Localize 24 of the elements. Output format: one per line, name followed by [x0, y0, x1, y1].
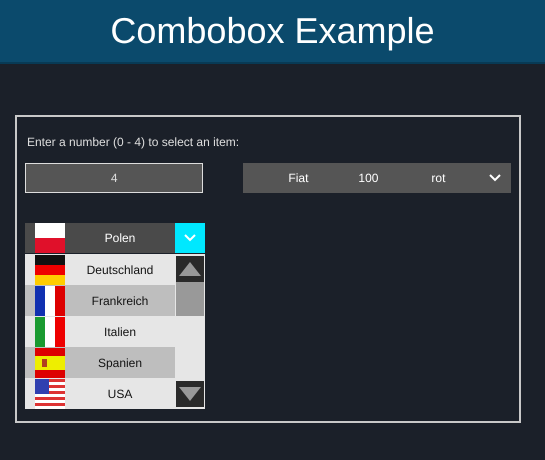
car-combobox[interactable]: Fiat 100 rot [243, 163, 511, 193]
country-combobox[interactable]: Polen [25, 223, 205, 253]
scroll-up-button[interactable] [176, 256, 204, 282]
flag-icon [35, 348, 65, 378]
flag-icon [35, 378, 65, 408]
triangle-up-icon [179, 262, 201, 276]
flag-icon [35, 316, 65, 346]
flag-icon [35, 286, 65, 316]
chevron-down-icon [184, 234, 196, 242]
number-input-field[interactable]: 4 [25, 163, 204, 193]
scrollbar[interactable] [175, 254, 205, 409]
country-item[interactable]: Deutschland [25, 254, 175, 285]
chevron-down-icon [489, 174, 501, 182]
scroll-thumb[interactable] [176, 282, 204, 316]
flag-icon [35, 223, 65, 253]
triangle-down-icon [179, 387, 201, 401]
scroll-down-button[interactable] [176, 381, 204, 407]
country-item[interactable]: Italien [25, 316, 175, 347]
country-item[interactable]: USA [25, 378, 175, 409]
flag-icon [35, 254, 65, 284]
prompt-text: Enter a number (0 - 4) to select an item: [27, 135, 240, 149]
country-item[interactable]: Spanien [25, 347, 175, 378]
header-title: Combobox Example [110, 10, 435, 52]
country-item[interactable]: Frankreich [25, 285, 175, 316]
